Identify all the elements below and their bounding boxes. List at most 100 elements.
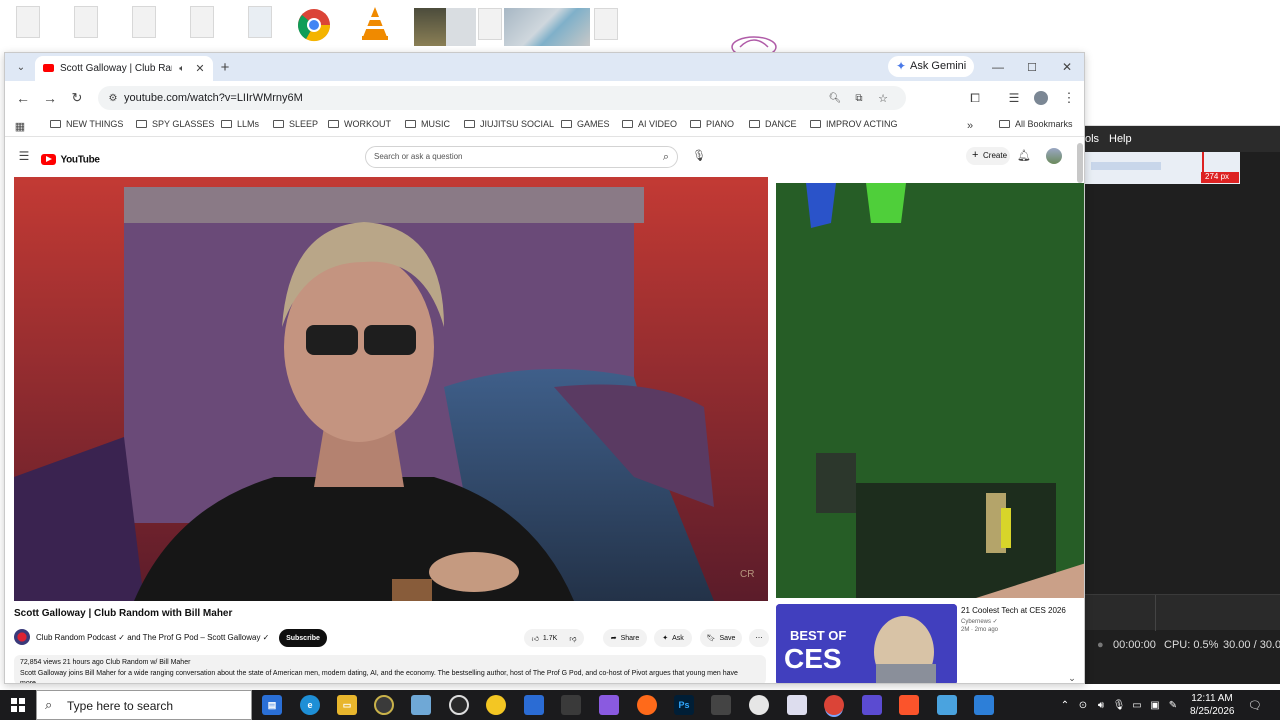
share-button[interactable]: ➦ Share bbox=[603, 629, 647, 647]
app-icon[interactable] bbox=[411, 695, 431, 715]
menu-help[interactable]: Help bbox=[1109, 133, 1132, 145]
hamburger-menu-icon[interactable]: ☰ bbox=[17, 149, 31, 163]
tab-search-icon[interactable]: ⌄ bbox=[13, 59, 29, 75]
forward-icon[interactable]: → bbox=[42, 90, 58, 106]
reload-icon[interactable]: ↻ bbox=[69, 90, 85, 106]
app-icon[interactable] bbox=[862, 695, 882, 715]
channel-avatar[interactable] bbox=[14, 629, 30, 645]
account-avatar[interactable] bbox=[1046, 148, 1062, 164]
recommended-thumbnail[interactable]: BEST OF CES bbox=[776, 604, 957, 683]
taskbar-search-placeholder[interactable]: Type here to search bbox=[67, 699, 173, 713]
firefox-icon[interactable] bbox=[637, 695, 657, 715]
lightbulb-icon[interactable] bbox=[486, 695, 506, 715]
youtube-logo[interactable]: YouTube bbox=[41, 151, 100, 166]
back-icon[interactable]: ← bbox=[15, 90, 31, 106]
thumbs-down-icon[interactable]: 👎︎ bbox=[569, 634, 576, 643]
url-text[interactable]: youtube.com/watch?v=LIIrWMrny6M bbox=[124, 92, 303, 104]
bookmark-folder[interactable]: WORKOUT bbox=[328, 119, 391, 133]
recommended-video[interactable]: BEST OF CES 21 Coolest Tech at CES 2026 … bbox=[776, 604, 1082, 683]
image-file-thumbnail[interactable] bbox=[504, 8, 590, 46]
all-bookmarks-folder[interactable]: All Bookmarks bbox=[999, 119, 1073, 133]
app-icon[interactable] bbox=[599, 695, 619, 715]
recommended-title[interactable]: 21 Coolest Tech at CES 2026 bbox=[961, 606, 1066, 615]
bookmark-folder[interactable]: IMPROV ACTING bbox=[810, 119, 898, 133]
microphone-icon[interactable]: 🎙︎ bbox=[691, 147, 707, 163]
system-clock[interactable]: 12:11 AM 8/25/2026 bbox=[1190, 692, 1235, 718]
docs-icon[interactable] bbox=[524, 695, 544, 715]
chrome-shortcut-icon[interactable] bbox=[296, 6, 332, 44]
vlc-shortcut-icon[interactable] bbox=[360, 4, 390, 42]
minimize-icon[interactable]: — bbox=[990, 59, 1006, 75]
volume-icon[interactable]: 🔊︎ bbox=[1094, 698, 1108, 712]
notifications-bell-icon[interactable]: 🔔︎ bbox=[1017, 148, 1031, 162]
bookmark-folder[interactable]: SLEEP bbox=[273, 119, 318, 133]
more-bookmarks-icon[interactable]: » bbox=[963, 119, 977, 133]
tab-audio-icon[interactable]: 🔈︎ bbox=[175, 61, 189, 75]
brave-icon[interactable] bbox=[899, 695, 919, 715]
youtube-search-box[interactable]: Search or ask a question ⌕ bbox=[365, 146, 678, 168]
network-icon[interactable]: ▭ bbox=[1130, 698, 1144, 712]
bookmark-folder[interactable]: MUSIC bbox=[405, 119, 450, 133]
media-controls-icon[interactable]: ☰ bbox=[1006, 90, 1022, 106]
bookmark-folder[interactable]: PIANO bbox=[690, 119, 734, 133]
file-explorer-icon[interactable]: ▭ bbox=[337, 695, 357, 715]
desktop-file-icon[interactable] bbox=[190, 6, 214, 38]
page-scrollbar[interactable] bbox=[1077, 143, 1083, 183]
channel-name[interactable]: Club Random Podcast ✓ and The Prof G Pod… bbox=[36, 633, 269, 642]
thumbs-up-icon[interactable]: 👍︎ bbox=[532, 634, 539, 643]
video-description[interactable]: 72,854 views 21 hours ago Club Random w/… bbox=[14, 655, 766, 683]
maximize-icon[interactable]: ☐ bbox=[1024, 59, 1040, 75]
window-close-icon[interactable]: ✕ bbox=[1059, 59, 1075, 75]
save-button[interactable]: 🔖︎ Save bbox=[700, 629, 742, 647]
site-info-icon[interactable]: ⚙︎ bbox=[106, 91, 120, 105]
tab-active[interactable]: Scott Galloway | Club Random with Bill M… bbox=[35, 56, 213, 81]
obs-icon[interactable] bbox=[449, 695, 469, 715]
desktop-file-icon[interactable] bbox=[248, 6, 272, 38]
like-dislike-group[interactable]: 👍︎ 1.7K 👎︎ bbox=[524, 629, 584, 647]
new-tab-icon[interactable]: + bbox=[217, 59, 233, 76]
app-icon[interactable] bbox=[787, 695, 807, 715]
bookmark-folder[interactable]: AI VIDEO bbox=[622, 119, 677, 133]
browser-menu-icon[interactable]: ⋮ bbox=[1061, 90, 1077, 106]
menu-tools[interactable]: ols bbox=[1085, 133, 1099, 145]
bookmark-folder[interactable]: NEW THINGS bbox=[50, 119, 123, 133]
desktop-file-icon[interactable] bbox=[594, 8, 618, 40]
video-player[interactable]: CR bbox=[14, 177, 768, 601]
tray-icon[interactable]: ⊙ bbox=[1076, 698, 1090, 712]
search-placeholder[interactable]: Search or ask a question bbox=[374, 152, 463, 161]
notification-center-icon[interactable]: 🗨︎ bbox=[1248, 698, 1262, 712]
bookmark-folder[interactable]: GAMES bbox=[561, 119, 610, 133]
desktop-file-icon[interactable] bbox=[132, 6, 156, 38]
microphone-tray-icon[interactable]: 🎙︎ bbox=[1112, 698, 1126, 712]
desktop-file-icon[interactable] bbox=[478, 8, 502, 40]
profile-avatar[interactable] bbox=[1034, 91, 1048, 105]
davinci-icon[interactable] bbox=[711, 695, 731, 715]
photoshop-icon[interactable]: Ps bbox=[674, 695, 694, 715]
address-bar[interactable]: ⚙︎ youtube.com/watch?v=LIIrWMrny6M ☆ ⧉ 🔍… bbox=[98, 86, 906, 110]
tray-icon[interactable]: ✎ bbox=[1166, 698, 1180, 712]
ask-button[interactable]: ✦ Ask bbox=[654, 629, 692, 647]
taskbar-search-box[interactable]: ⌕ Type here to search bbox=[36, 690, 252, 720]
bookmark-folder[interactable]: DANCE bbox=[749, 119, 797, 133]
tray-icon[interactable]: ▣ bbox=[1148, 698, 1162, 712]
bookmark-folder[interactable]: LLMs bbox=[221, 119, 259, 133]
edge-icon[interactable]: e bbox=[300, 695, 320, 715]
create-button[interactable]: + Create bbox=[966, 147, 1010, 165]
app-icon[interactable] bbox=[974, 695, 994, 715]
subscribe-button[interactable]: Subscribe bbox=[279, 629, 327, 647]
recommended-channel[interactable]: Cybernews ✓ bbox=[961, 618, 998, 625]
image-file-thumbnail[interactable] bbox=[446, 8, 476, 46]
app-icon[interactable] bbox=[937, 695, 957, 715]
app-icon[interactable] bbox=[749, 695, 769, 715]
extensions-icon[interactable]: ⧠ bbox=[967, 90, 983, 106]
task-view-icon[interactable]: ▤ bbox=[262, 695, 282, 715]
zoom-icon[interactable]: 🔍︎ bbox=[828, 91, 842, 105]
bookmark-star-icon[interactable]: ☆ bbox=[876, 91, 890, 105]
chrome-taskbar-icon[interactable] bbox=[824, 695, 844, 715]
show-hidden-icons-icon[interactable]: ⌃ bbox=[1058, 698, 1072, 712]
desktop-file-icon[interactable] bbox=[74, 6, 98, 38]
ask-gemini-button[interactable]: ✦ Ask Gemini bbox=[888, 56, 974, 77]
install-app-icon[interactable]: ⧉ bbox=[852, 91, 866, 105]
bookmark-folder[interactable]: SPY GLASSES bbox=[136, 119, 214, 133]
app-icon[interactable] bbox=[561, 695, 581, 715]
